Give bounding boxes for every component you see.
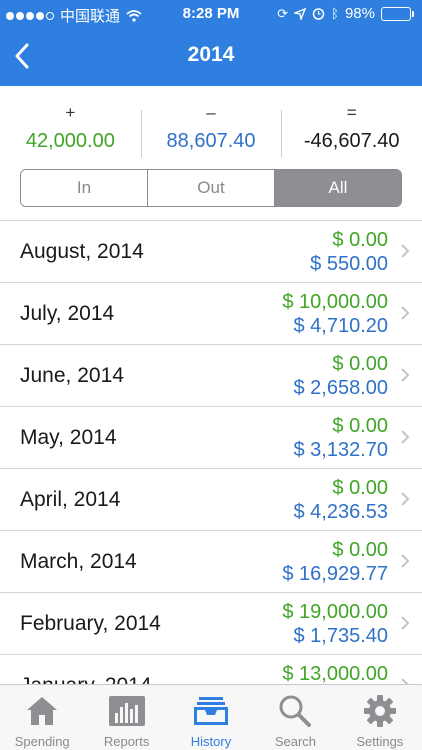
alarm-icon <box>312 8 325 20</box>
expense-value: $ 1,735.40 <box>293 625 388 647</box>
plus-sign: + <box>65 103 76 122</box>
battery-icon <box>381 6 414 21</box>
list-item[interactable]: January, 2014 $ 13,000.00 <box>0 655 422 684</box>
expense-value: $ 16,929.77 <box>282 563 388 585</box>
tab-label: Reports <box>103 734 150 749</box>
minus-sign: – <box>206 103 216 122</box>
history-list: August, 2014 $ 0.00 $ 550.00 July, 2014 … <box>0 220 422 684</box>
list-item[interactable]: February, 2014 $ 19,000.00 $ 1,735.40 <box>0 593 422 655</box>
gear-icon <box>360 693 400 729</box>
expense-value: $ 2,658.00 <box>293 377 388 399</box>
income-value: $ 0.00 <box>332 539 388 561</box>
tab-search[interactable]: Search <box>253 685 337 750</box>
nav-bar: 2014 <box>0 28 422 86</box>
tab-settings[interactable]: Settings <box>338 685 422 750</box>
chevron-right-icon <box>401 244 410 258</box>
list-item[interactable]: June, 2014 $ 0.00 $ 2,658.00 <box>0 345 422 407</box>
month-label: April, 2014 <box>20 488 121 511</box>
month-label: June, 2014 <box>20 364 124 387</box>
expense-total: – 88,607.40 <box>140 100 282 160</box>
chevron-right-icon <box>401 678 409 684</box>
filter-segmented-control: In Out All <box>20 169 402 207</box>
inbox-tray-icon <box>191 693 231 729</box>
income-value: $ 19,000.00 <box>282 601 388 623</box>
income-total: + 42,000.00 <box>0 100 141 160</box>
income-value: $ 10,000.00 <box>282 291 388 313</box>
month-label: February, 2014 <box>20 612 161 635</box>
income-value: $ 0.00 <box>332 477 388 499</box>
month-label: March, 2014 <box>20 550 137 573</box>
list-item[interactable]: April, 2014 $ 0.00 $ 4,236.53 <box>0 469 422 531</box>
chevron-right-icon <box>401 430 410 444</box>
income-value: $ 0.00 <box>332 415 388 437</box>
tab-label: Spending <box>14 734 70 749</box>
month-label: July, 2014 <box>20 302 115 325</box>
expense-value: $ 550.00 <box>310 253 388 275</box>
month-label: August, 2014 <box>20 240 144 263</box>
chevron-right-icon <box>401 492 410 506</box>
house-icon <box>22 693 62 729</box>
segment-in[interactable]: In <box>21 170 147 206</box>
list-item[interactable]: July, 2014 $ 10,000.00 $ 4,710.20 <box>0 283 422 345</box>
tab-bar: Spending Reports History Search Settings <box>0 684 422 750</box>
battery-percent: 98% <box>344 5 375 22</box>
month-label: January, 2014 <box>20 674 152 684</box>
tab-label: History <box>190 734 232 749</box>
tab-spending[interactable]: Spending <box>0 685 84 750</box>
chevron-right-icon <box>401 368 410 382</box>
rotation-lock-icon: ⟳ <box>277 5 289 21</box>
expense-value: $ 3,132.70 <box>293 439 388 461</box>
list-item[interactable]: August, 2014 $ 0.00 $ 550.00 <box>0 221 422 283</box>
equals-sign: = <box>346 103 357 122</box>
segment-out[interactable]: Out <box>147 170 274 206</box>
bluetooth-icon: ᛒ <box>331 6 339 21</box>
income-value: $ 13,000.00 <box>282 663 388 684</box>
summary-totals: + 42,000.00 – 88,607.40 = -46,607.40 <box>0 100 422 160</box>
magnifier-icon <box>275 693 315 729</box>
chevron-right-icon <box>401 554 410 568</box>
expense-value: $ 4,236.53 <box>293 501 388 523</box>
list-item[interactable]: March, 2014 $ 0.00 $ 16,929.77 <box>0 531 422 593</box>
income-value: $ 0.00 <box>332 229 388 251</box>
income-value: $ 0.00 <box>332 353 388 375</box>
expense-value: $ 4,710.20 <box>293 315 388 337</box>
list-item[interactable]: May, 2014 $ 0.00 $ 3,132.70 <box>0 407 422 469</box>
tab-history[interactable]: History <box>169 685 253 750</box>
status-bar: 中国联通 8:28 PM ⟳ ᛒ 98% <box>0 0 422 28</box>
expense-amount: 88,607.40 <box>166 130 256 152</box>
location-arrow-icon <box>294 7 307 20</box>
month-label: May, 2014 <box>20 426 117 449</box>
segment-all[interactable]: All <box>274 170 401 206</box>
income-amount: 42,000.00 <box>25 130 115 152</box>
tab-label: Search <box>274 734 317 749</box>
page-title: 2014 <box>187 43 235 66</box>
net-amount: -46,607.40 <box>303 130 400 152</box>
tab-reports[interactable]: Reports <box>84 685 168 750</box>
chevron-right-icon <box>401 616 410 630</box>
chevron-right-icon <box>401 306 410 320</box>
header: 中国联通 8:28 PM ⟳ ᛒ 98% 2014 <box>0 0 422 86</box>
net-total: = -46,607.40 <box>281 100 422 160</box>
tab-label: Settings <box>356 734 404 749</box>
bar-chart-icon <box>107 693 147 729</box>
